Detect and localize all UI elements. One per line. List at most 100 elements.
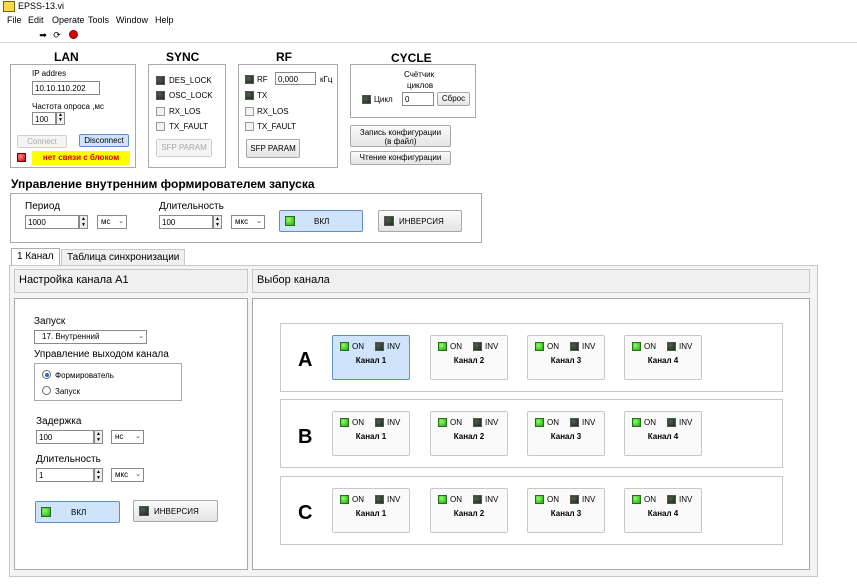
menu-edit[interactable]: Edit (28, 15, 44, 25)
menu-tools[interactable]: Tools (88, 15, 109, 25)
chevron-down-icon: ⌄ (135, 471, 141, 478)
output-control-label: Управление выходом канала (34, 349, 169, 360)
ch-inv-led (473, 342, 482, 351)
poll-input[interactable]: 100 (32, 112, 56, 125)
period-unit-select[interactable]: мс ⌄ (97, 215, 127, 229)
ch-name: Канал 2 (453, 432, 485, 441)
lan-panel: IP addres 10.10.110.202 Частота опроса ,… (10, 64, 136, 168)
channel-tile-b3[interactable]: ON INV Канал 3 (527, 411, 605, 456)
ch-inv-led (375, 342, 384, 351)
internal-invert-button[interactable]: ИНВЕРСИЯ (378, 210, 462, 232)
ch-name: Канал 1 (355, 356, 387, 365)
cycle-reset-button[interactable]: Сброс (437, 92, 470, 106)
radio-trigger[interactable] (42, 386, 51, 395)
ch-name: Канал 1 (355, 509, 387, 518)
channel-invert-led (139, 506, 149, 516)
row-letter: C (298, 502, 313, 524)
channel-tile-c4[interactable]: ON INV Канал 4 (624, 488, 702, 533)
internal-on-button[interactable]: ВКЛ (279, 210, 363, 232)
ch-name: Канал 3 (550, 432, 582, 441)
ch-name: Канал 1 (355, 432, 387, 441)
cycle-label: Цикл (374, 95, 393, 104)
sync-panel: DES_LOCK OSC_LOCK RX_LOS TX_FAULT SFP PA… (148, 64, 226, 168)
cycle-led (362, 95, 371, 104)
disconnect-button[interactable]: Disconnect (79, 134, 129, 147)
internal-duration-unit-select[interactable]: мкс ⌄ (231, 215, 265, 229)
delay-input[interactable]: 100 (36, 430, 94, 444)
delay-unit-select[interactable]: нс ⌄ (111, 430, 144, 444)
channel-tile-a1[interactable]: ON INV Канал 1 (332, 335, 410, 380)
channel-duration-unit-select[interactable]: мкс ⌄ (111, 468, 144, 482)
trigger-select[interactable]: 17. Внутренний ⌄ (34, 330, 147, 344)
radio-shaper[interactable] (42, 370, 51, 379)
period-unit-value: мс (101, 217, 111, 226)
rf-title: RF (276, 50, 292, 64)
menu-file[interactable]: File (7, 15, 22, 25)
trigger-label: Запуск (34, 316, 66, 327)
ch-name: Канал 3 (550, 356, 582, 365)
ip-label: IP addres (32, 69, 67, 78)
ch-on-label: ON (352, 495, 364, 504)
period-stepper[interactable]: ▲ ▼ (79, 215, 88, 229)
ch-on-label: ON (547, 342, 559, 351)
ch-name: Канал 2 (453, 356, 485, 365)
channel-tile-b4[interactable]: ON INV Канал 4 (624, 411, 702, 456)
delay-stepper[interactable]: ▲ ▼ (94, 430, 103, 444)
run-continuous-icon[interactable]: ⟳ (52, 30, 62, 40)
des-lock-label: DES_LOCK (169, 76, 212, 85)
tab-channel-1[interactable]: 1 Канал (11, 248, 60, 265)
rf-sfp-param-button[interactable]: SFP PARAM (246, 139, 300, 158)
ch-on-label: ON (644, 342, 656, 351)
run-arrow-icon[interactable]: ➡ (38, 30, 48, 40)
channel-tile-c3[interactable]: ON INV Канал 3 (527, 488, 605, 533)
channel-tile-a2[interactable]: ON INV Канал 2 (430, 335, 508, 380)
menu-operate[interactable]: Operate (52, 15, 85, 25)
title-bar: EPSS-13.vi (0, 0, 857, 13)
internal-duration-input[interactable]: 100 (159, 215, 213, 229)
channel-row-a: A ON INV Канал 1 ON INV Канал 2 ON INV К… (280, 323, 783, 392)
load-config-button[interactable]: Чтение конфигурации (350, 151, 451, 165)
ch-on-led (535, 418, 544, 427)
connect-button[interactable]: Connect (17, 135, 67, 148)
menu-window[interactable]: Window (116, 15, 148, 25)
ch-inv-label: INV (485, 418, 499, 427)
channel-setup-header: Настройка канала А1 (14, 269, 248, 293)
menu-help[interactable]: Help (155, 15, 174, 25)
save-config-button[interactable]: Запись конфигурации (в файл) (350, 125, 451, 147)
channel-tile-b1[interactable]: ON INV Канал 1 (332, 411, 410, 456)
ch-inv-label: INV (679, 418, 693, 427)
channel-invert-button[interactable]: ИНВЕРСИЯ (133, 500, 218, 522)
channel-tile-b2[interactable]: ON INV Канал 2 (430, 411, 508, 456)
channel-tile-a3[interactable]: ON INV Канал 3 (527, 335, 605, 380)
chevron-down-icon: ⌄ (138, 333, 144, 340)
cycle-title: CYCLE (391, 51, 432, 65)
poll-stepper[interactable]: ▲ ▼ (56, 112, 65, 125)
sync-sfp-param-button[interactable]: SFP PARAM (156, 139, 212, 157)
channel-tile-c1[interactable]: ON INV Канал 1 (332, 488, 410, 533)
ch-on-led (340, 495, 349, 504)
ch-on-led (438, 495, 447, 504)
osc-lock-label: OSC_LOCK (169, 91, 213, 100)
channel-duration-input[interactable]: 1 (36, 468, 94, 482)
abort-stop-icon[interactable] (68, 30, 78, 40)
rf-freq-unit: кГц (320, 75, 333, 84)
tx-label: TX (257, 91, 268, 100)
save-config-label-2: (в файл) (384, 137, 417, 146)
rf-rx-los-led (245, 107, 254, 116)
internal-duration-stepper[interactable]: ▲ ▼ (213, 215, 222, 229)
rf-tx-fault-led (245, 122, 254, 131)
ch-inv-label: INV (485, 495, 499, 504)
channel-duration-label: Длительность (36, 454, 101, 465)
tx-fault-led (156, 122, 165, 131)
internal-duration-label: Длительность (159, 201, 224, 212)
ch-on-label: ON (450, 495, 462, 504)
ip-input[interactable]: 10.10.110.202 (32, 81, 100, 95)
channel-on-button[interactable]: ВКЛ (35, 501, 120, 523)
cycle-counter-label-1: Счётчик (404, 70, 435, 79)
tab-sync-table[interactable]: Таблица синхронизации (61, 249, 186, 265)
channel-tile-c2[interactable]: ON INV Канал 2 (430, 488, 508, 533)
period-input[interactable]: 1000 (25, 215, 79, 229)
tx-fault-label: TX_FAULT (169, 122, 208, 131)
channel-tile-a4[interactable]: ON INV Канал 4 (624, 335, 702, 380)
channel-duration-stepper[interactable]: ▲ ▼ (94, 468, 103, 482)
